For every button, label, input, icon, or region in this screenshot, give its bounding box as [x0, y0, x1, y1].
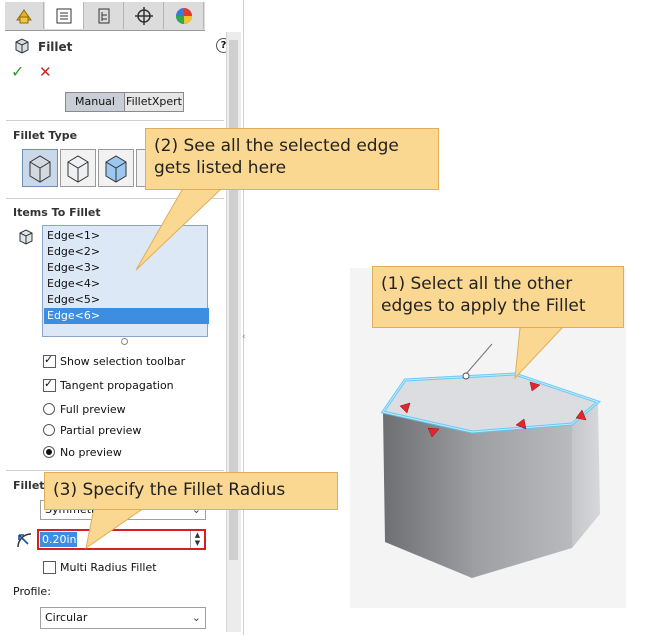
callout-leader-line: [465, 343, 493, 375]
radius-icon: [17, 533, 32, 548]
radius-input[interactable]: 0.20in: [40, 532, 77, 547]
radius-spinner[interactable]: ▲ ▼: [190, 531, 204, 548]
full-preview-radio[interactable]: [43, 403, 55, 415]
items-to-fillet-header: Items To Fillet: [13, 206, 101, 219]
property-manager-icon: [56, 8, 72, 23]
callout-fillet-radius: (3) Specify the Fillet Radius: [44, 472, 338, 510]
variable-size-fillet-button[interactable]: [60, 149, 96, 187]
full-preview-label: Full preview: [60, 403, 126, 416]
side-face: [472, 424, 572, 578]
list-item[interactable]: Edge<5>: [47, 292, 100, 308]
show-selection-toolbar-label: Show selection toolbar: [60, 355, 186, 368]
filletxpert-mode-button[interactable]: FilletXpert: [124, 92, 184, 112]
partial-preview-radio[interactable]: [43, 424, 55, 436]
constant-size-fillet-button[interactable]: [22, 149, 58, 187]
list-item[interactable]: Edge<4>: [47, 276, 100, 292]
partial-preview-label: Partial preview: [60, 424, 142, 437]
multi-radius-fillet-label: Multi Radius Fillet: [60, 561, 157, 574]
list-item[interactable]: Edge<3>: [47, 260, 100, 276]
page-title: Fillet: [38, 40, 73, 54]
dimxpert-icon: [135, 6, 153, 25]
callout-1-pointer: [514, 325, 564, 380]
multi-radius-fillet-checkbox[interactable]: [43, 561, 56, 574]
profile-dropdown-value: Circular: [45, 611, 88, 624]
variable-size-fillet-icon: [67, 155, 89, 183]
callout-select-edges: (1) Select all the other edges to apply …: [372, 266, 624, 328]
ok-check-icon[interactable]: ✓: [11, 62, 24, 81]
manager-tab-bar: [5, 2, 205, 31]
side-face: [572, 402, 600, 548]
list-resize-handle[interactable]: [121, 338, 128, 345]
feature-manager-tab[interactable]: [5, 2, 44, 29]
callout-edge-list: (2) See all the selected edge gets liste…: [145, 128, 439, 190]
configuration-manager-tab[interactable]: [85, 2, 124, 29]
no-preview-label: No preview: [60, 446, 122, 459]
divider: [6, 470, 224, 471]
chevron-down-icon: ⌄: [191, 611, 201, 624]
profile-label: Profile:: [13, 585, 51, 598]
cancel-x-icon[interactable]: ✕: [39, 63, 52, 81]
callout-2-pointer: [135, 187, 222, 271]
feature-manager-icon: [16, 8, 32, 23]
fillet-feature-icon: [15, 38, 29, 54]
face-fillet-button[interactable]: [98, 149, 134, 187]
manual-mode-button[interactable]: Manual: [65, 92, 125, 112]
list-item[interactable]: Edge<1>: [47, 228, 100, 244]
panel-collapse-handle[interactable]: ‹: [242, 332, 246, 342]
display-manager-tab[interactable]: [165, 2, 204, 29]
divider: [6, 120, 224, 121]
face-fillet-icon: [105, 155, 127, 183]
tangent-propagation-checkbox[interactable]: [43, 377, 56, 392]
configuration-manager-icon: [98, 8, 110, 23]
no-preview-radio[interactable]: [43, 446, 55, 458]
show-selection-toolbar-checkbox[interactable]: [43, 353, 56, 368]
dimxpert-tab[interactable]: [125, 2, 164, 29]
fillet-type-header: Fillet Type: [13, 129, 78, 142]
side-face: [383, 412, 472, 578]
list-item[interactable]: Edge<2>: [47, 244, 100, 260]
edge-selection-icon: [19, 229, 33, 245]
list-item-selected[interactable]: Edge<6>: [44, 308, 209, 324]
profile-dropdown[interactable]: Circular ⌄: [40, 607, 206, 629]
constant-size-fillet-icon: [29, 155, 51, 183]
display-manager-icon: [176, 7, 192, 24]
pick-point-marker: [462, 372, 470, 380]
property-manager-tab[interactable]: [45, 2, 84, 29]
tangent-propagation-label: Tangent propagation: [60, 379, 174, 392]
